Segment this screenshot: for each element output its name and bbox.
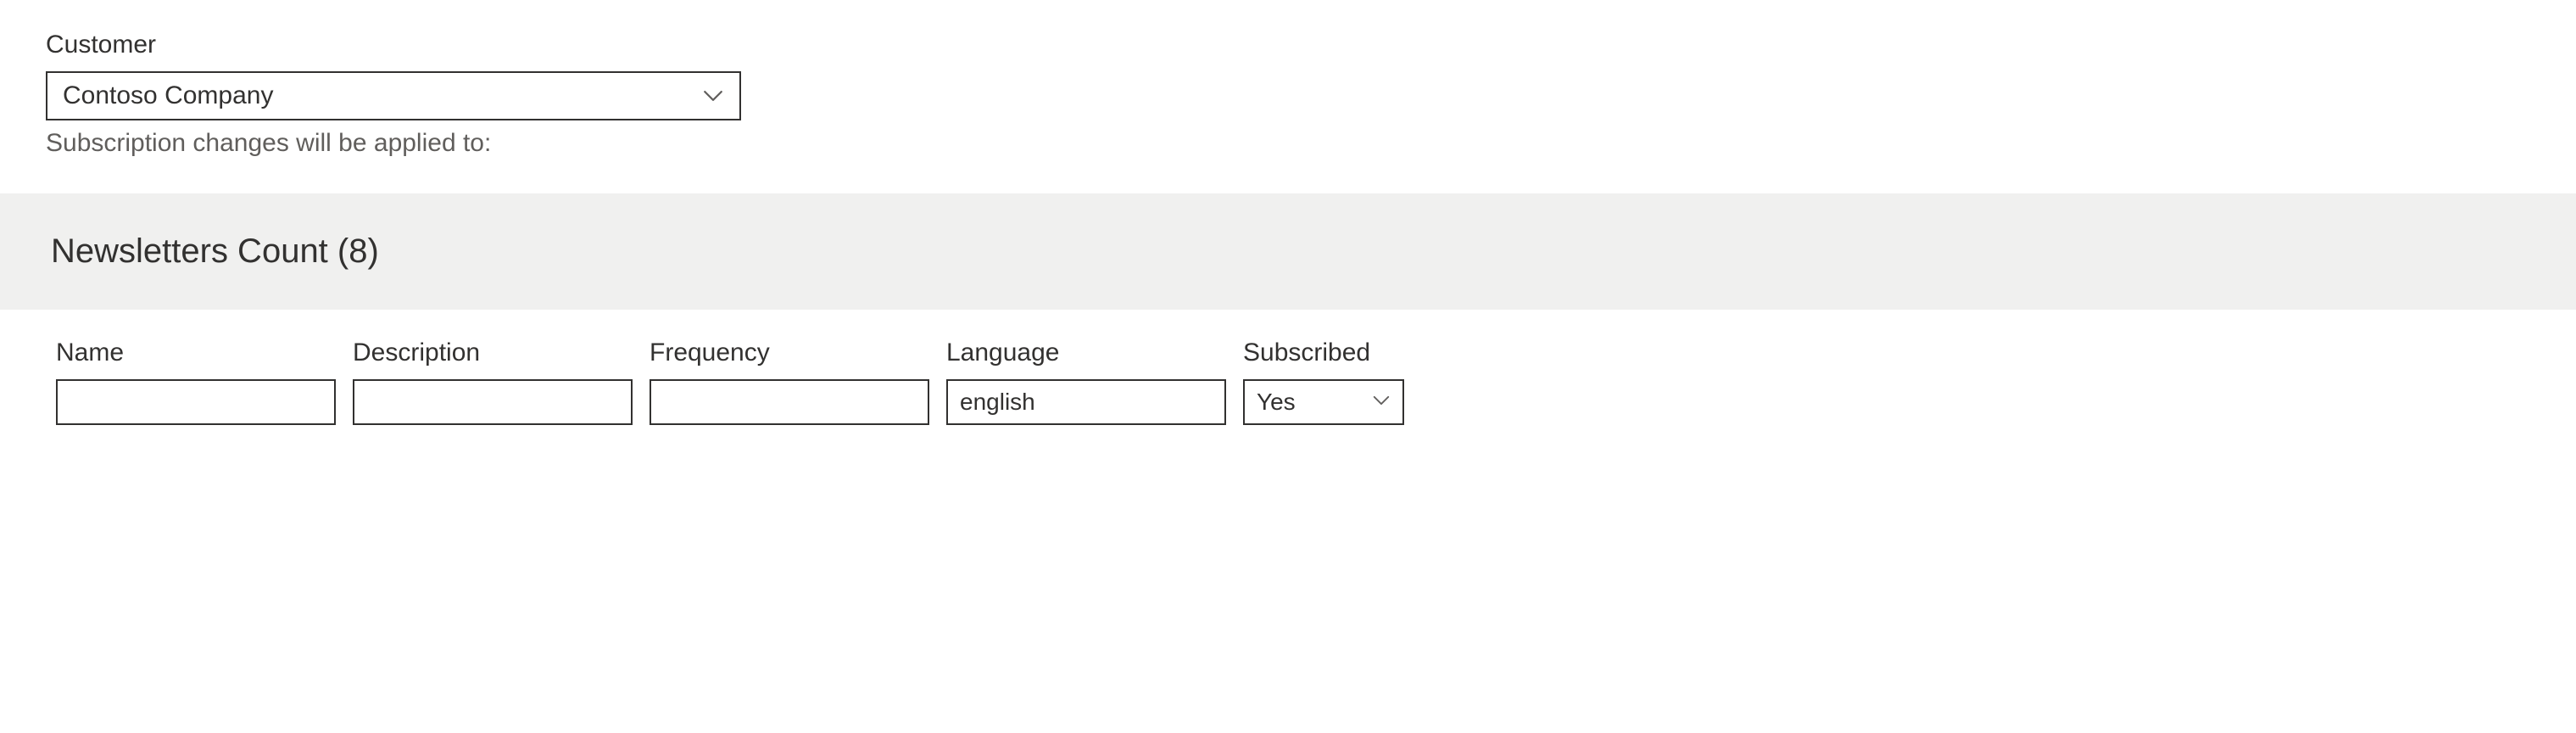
chevron-down-icon: [1372, 389, 1391, 416]
filter-col-subscribed: Subscribed Yes: [1243, 339, 1404, 425]
chevron-down-icon: [702, 85, 724, 107]
filter-input-frequency[interactable]: [650, 379, 929, 425]
customer-dropdown-value: Contoso Company: [63, 81, 702, 110]
filter-select-subscribed-value: Yes: [1257, 389, 1372, 416]
filter-input-description[interactable]: [353, 379, 633, 425]
newsletters-section-title: Newsletters Count (8): [51, 232, 2525, 271]
filter-label-subscribed: Subscribed: [1243, 339, 1404, 367]
customer-field-group: Customer Contoso Company Subscription ch…: [0, 31, 2576, 158]
filter-col-language: Language: [946, 339, 1226, 425]
customer-dropdown[interactable]: Contoso Company: [46, 71, 741, 120]
filter-input-language[interactable]: [946, 379, 1226, 425]
filter-input-name[interactable]: [56, 379, 336, 425]
filter-col-name: Name: [56, 339, 336, 425]
filter-row: Name Description Frequency Language Subs…: [0, 310, 2576, 425]
customer-helper-text: Subscription changes will be applied to:: [46, 129, 2530, 158]
filter-select-subscribed[interactable]: Yes: [1243, 379, 1404, 425]
filter-col-frequency: Frequency: [650, 339, 929, 425]
filter-label-frequency: Frequency: [650, 339, 929, 367]
filter-label-description: Description: [353, 339, 633, 367]
filter-label-name: Name: [56, 339, 336, 367]
newsletters-section-header: Newsletters Count (8): [0, 193, 2576, 310]
customer-label: Customer: [46, 31, 2530, 59]
filter-col-description: Description: [353, 339, 633, 425]
filter-label-language: Language: [946, 339, 1226, 367]
